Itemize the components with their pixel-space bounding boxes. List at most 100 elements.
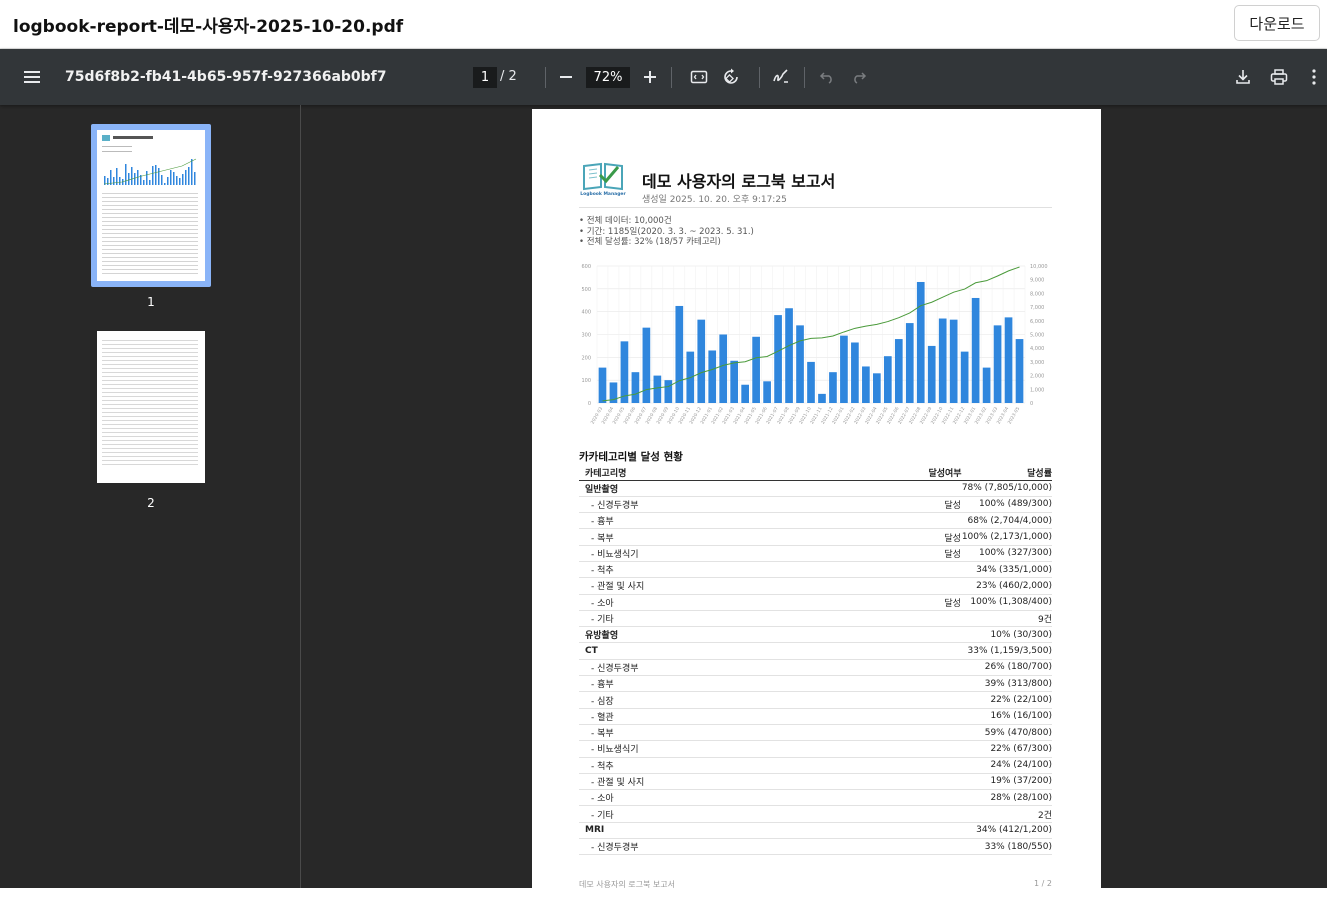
- page-number-input[interactable]: 1: [473, 67, 497, 88]
- achievement-status: [644, 626, 962, 644]
- y2-tick-label: 0: [1030, 401, 1033, 407]
- download-icon[interactable]: [1232, 66, 1254, 88]
- category-name: - 혈관: [579, 708, 645, 725]
- redo-icon[interactable]: [848, 66, 870, 88]
- achievement-status: 달성: [644, 594, 962, 611]
- achievement-rate: 9건: [961, 610, 1052, 628]
- achievement-status: [644, 789, 962, 807]
- table-row: - 소아 달성 100% (1,308/400): [579, 594, 1052, 611]
- achievement-status: [644, 691, 962, 709]
- table-row: - 관절 및 사지 19% (37/200): [579, 773, 1052, 791]
- table-header-row: 카테고리명 달성여부 달성률: [579, 465, 1052, 481]
- category-name: - 비뇨생식기: [579, 740, 645, 758]
- table-row: 유방촬영 10% (30/300): [579, 626, 1052, 644]
- chart-bar: [807, 361, 815, 403]
- chart-bar: [873, 373, 881, 403]
- column-header: 달성률: [961, 465, 1052, 481]
- achievement-rate: 16% (16/100): [961, 708, 1052, 725]
- y2-tick-label: 8,000: [1030, 291, 1044, 297]
- table-row: - 비뇨생식기 달성 100% (327/300): [579, 545, 1052, 562]
- achievement-rate: 34% (335/1,000): [961, 561, 1052, 579]
- achievement-status: [644, 480, 962, 497]
- table-row: - 기타 9건: [579, 610, 1052, 628]
- category-name: - 신경두경부: [579, 659, 645, 677]
- table-row: - 복부 59% (470/800): [579, 724, 1052, 742]
- table-row: CT 33% (1,159/3,500): [579, 642, 1052, 660]
- table-row: - 복부 달성 100% (2,173/1,000): [579, 528, 1052, 546]
- table-row: - 비뇨생식기 22% (67/300): [579, 740, 1052, 758]
- chart-bar: [960, 351, 969, 403]
- achievement-rate: 33% (1,159/3,500): [961, 642, 1052, 660]
- category-name: - 소아: [579, 789, 645, 807]
- category-name: - 관절 및 사지: [579, 773, 645, 791]
- table-row: - 기타 2건: [579, 805, 1052, 823]
- generated-date: 생성일 2025. 10. 20. 오후 9:17:25: [642, 195, 787, 205]
- rotate-icon[interactable]: [720, 66, 742, 88]
- achievement-status: 달성: [644, 528, 962, 546]
- achievement-status: [644, 675, 962, 693]
- pdf-toolbar: 75d6f8b2-fb41-4b65-957f-927366ab0bf7 1 /…: [0, 49, 1327, 105]
- achievement-status: [644, 577, 962, 595]
- y2-tick-label: 9,000: [1030, 278, 1044, 284]
- print-icon[interactable]: [1268, 66, 1290, 88]
- menu-icon[interactable]: [22, 66, 44, 88]
- y2-tick-label: 2,000: [1030, 374, 1044, 380]
- category-name: MRI: [579, 822, 645, 840]
- achievement-rate: 78% (7,805/10,000): [961, 480, 1052, 497]
- achievement-status: [644, 610, 962, 628]
- achievement-rate: 2건: [961, 805, 1052, 823]
- summary-list: • 전체 데이터: 10,000건 • 기간: 1185일(2020. 3. 3…: [579, 216, 754, 248]
- category-table: 카테고리명 달성여부 달성률 일반촬영 78% (7,805/10,000) - 신…: [579, 465, 1052, 856]
- thumbnail-page-1[interactable]: [91, 124, 211, 287]
- table-row: - 관절 및 사지 23% (460/2,000): [579, 577, 1052, 595]
- annotate-icon[interactable]: [770, 66, 792, 88]
- achievement-rate: 39% (313/800): [961, 675, 1052, 693]
- more-icon[interactable]: [1303, 66, 1325, 88]
- pdf-page: Logbook Manager 데모 사용자의 로그북 보고서 생성일 2025…: [532, 109, 1101, 899]
- achievement-status: [644, 805, 962, 823]
- download-button[interactable]: 다운로드: [1234, 5, 1320, 41]
- fit-page-icon[interactable]: [688, 66, 710, 88]
- achievement-rate: 22% (67/300): [961, 740, 1052, 758]
- zoom-out-icon[interactable]: [555, 66, 577, 88]
- table-row: - 흉부 68% (2,704/4,000): [579, 512, 1052, 530]
- achievement-rate: 100% (1,308/400): [961, 594, 1052, 611]
- category-name: - 신경두경부: [579, 838, 645, 856]
- y-tick-label: 100: [581, 378, 591, 384]
- category-name: 유방촬영: [579, 626, 645, 644]
- logbook-logo: Logbook Manager: [580, 161, 626, 199]
- chart-bar: [894, 339, 903, 403]
- document-title: 75d6f8b2-fb41-4b65-957f-927366ab0bf7: [65, 69, 387, 85]
- thumbnail-chart: [103, 158, 197, 185]
- chart-bar: [796, 325, 804, 403]
- achievement-status: [644, 822, 962, 840]
- summary-item: • 기간: 1185일(2020. 3. 3. ~ 2023. 5. 31.): [579, 226, 754, 237]
- achievement-rate: 68% (2,704/4,000): [961, 512, 1052, 530]
- toolbar-divider: [545, 67, 546, 88]
- chart-bar: [1004, 317, 1013, 403]
- table-row: - 흉부 39% (313/800): [579, 675, 1052, 693]
- undo-icon[interactable]: [816, 66, 838, 88]
- thumbnail-page-2[interactable]: [97, 331, 205, 483]
- zoom-level-input[interactable]: 72%: [586, 67, 630, 88]
- achievement-status: [644, 724, 962, 742]
- category-name: - 척추: [579, 757, 645, 774]
- chart-bar: [851, 342, 859, 403]
- table-row: - 신경두경부 33% (180/550): [579, 838, 1052, 856]
- achievement-rate: 26% (180/700): [961, 659, 1052, 677]
- column-header: 카테고리명: [579, 465, 645, 481]
- chart-bar: [982, 367, 991, 403]
- category-name: CT: [579, 642, 645, 660]
- y2-tick-label: 10,000: [1030, 264, 1048, 270]
- category-name: - 심장: [579, 691, 645, 709]
- chart-bar: [697, 319, 706, 403]
- achievement-status: [644, 659, 962, 677]
- chart-bar: [598, 367, 607, 403]
- table-row: - 척추 34% (335/1,000): [579, 561, 1052, 579]
- chart-bar: [642, 327, 651, 403]
- chart-bar: [927, 345, 936, 403]
- achievement-rate: 28% (28/100): [961, 789, 1052, 807]
- zoom-in-icon[interactable]: [639, 66, 661, 88]
- achievement-status: [644, 757, 962, 774]
- table-row: - 혈관 16% (16/100): [579, 708, 1052, 725]
